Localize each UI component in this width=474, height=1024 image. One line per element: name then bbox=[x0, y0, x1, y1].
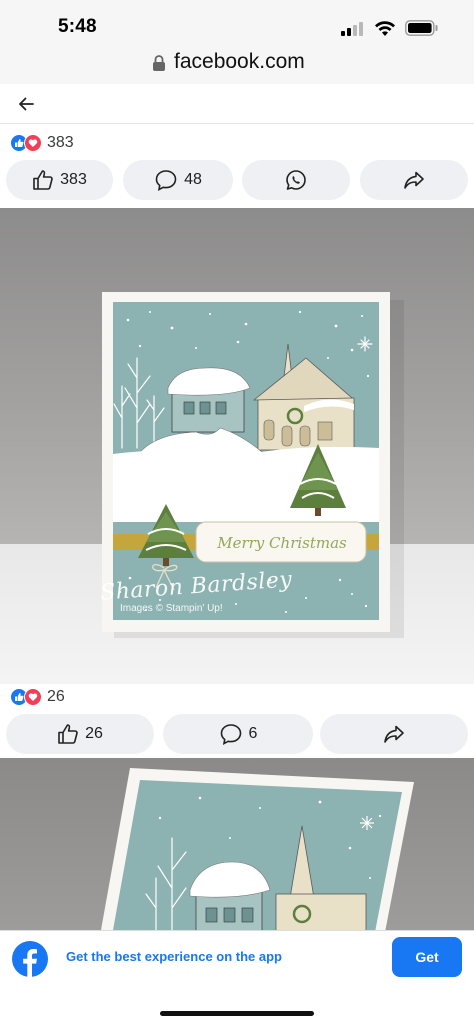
reaction-count: 383 bbox=[47, 134, 74, 151]
get-app-button[interactable]: Get bbox=[392, 937, 462, 977]
like-button[interactable]: 26 bbox=[6, 714, 154, 754]
comment-icon bbox=[155, 170, 177, 191]
facebook-logo-icon bbox=[12, 941, 48, 977]
wifi-icon bbox=[375, 21, 395, 36]
comment-count: 6 bbox=[248, 725, 258, 742]
reaction-count: 26 bbox=[47, 688, 65, 705]
like-button[interactable]: 383 bbox=[6, 160, 113, 200]
love-reaction-icon bbox=[24, 134, 42, 152]
like-count: 26 bbox=[85, 725, 103, 742]
share-icon bbox=[404, 171, 424, 189]
share-button[interactable] bbox=[360, 160, 468, 200]
share-button[interactable] bbox=[320, 714, 468, 754]
whatsapp-icon bbox=[286, 170, 306, 190]
app-install-banner: Get the best experience on the app Get bbox=[0, 930, 474, 1024]
reaction-summary[interactable]: 383 bbox=[10, 132, 74, 154]
comment-count: 48 bbox=[184, 171, 202, 188]
app-banner-message: Get the best experience on the app bbox=[66, 949, 282, 964]
url-text: facebook.com bbox=[174, 50, 305, 73]
comment-icon bbox=[220, 724, 241, 745]
share-icon bbox=[384, 725, 404, 743]
like-count: 383 bbox=[60, 171, 87, 188]
page-header bbox=[0, 84, 474, 124]
card-greeting-text: Merry Christmas bbox=[216, 534, 347, 552]
post-photo[interactable] bbox=[0, 758, 474, 958]
status-time: 5:48 bbox=[58, 16, 97, 37]
address-bar[interactable]: facebook.com bbox=[0, 46, 474, 84]
status-bar: 5:48 bbox=[0, 0, 474, 46]
post-photo[interactable]: Merry Christmas Sharon Bardsley Images ©… bbox=[0, 208, 474, 684]
reaction-summary[interactable]: 26 bbox=[10, 686, 65, 708]
lock-icon bbox=[153, 55, 165, 71]
comment-button[interactable]: 48 bbox=[123, 160, 233, 200]
love-reaction-icon bbox=[24, 688, 42, 706]
comment-button[interactable]: 6 bbox=[163, 714, 313, 754]
battery-icon bbox=[405, 20, 438, 36]
copyright-watermark: Images © Stampin' Up! bbox=[120, 603, 223, 614]
christmas-card-illustration: Merry Christmas bbox=[102, 292, 404, 638]
back-arrow-icon[interactable] bbox=[16, 94, 36, 114]
home-indicator[interactable] bbox=[160, 1011, 314, 1016]
like-icon bbox=[33, 170, 53, 190]
whatsapp-share-button[interactable] bbox=[242, 160, 350, 200]
like-icon bbox=[58, 724, 78, 744]
christmas-card-illustration bbox=[96, 768, 414, 958]
cell-signal-icon bbox=[341, 22, 365, 36]
